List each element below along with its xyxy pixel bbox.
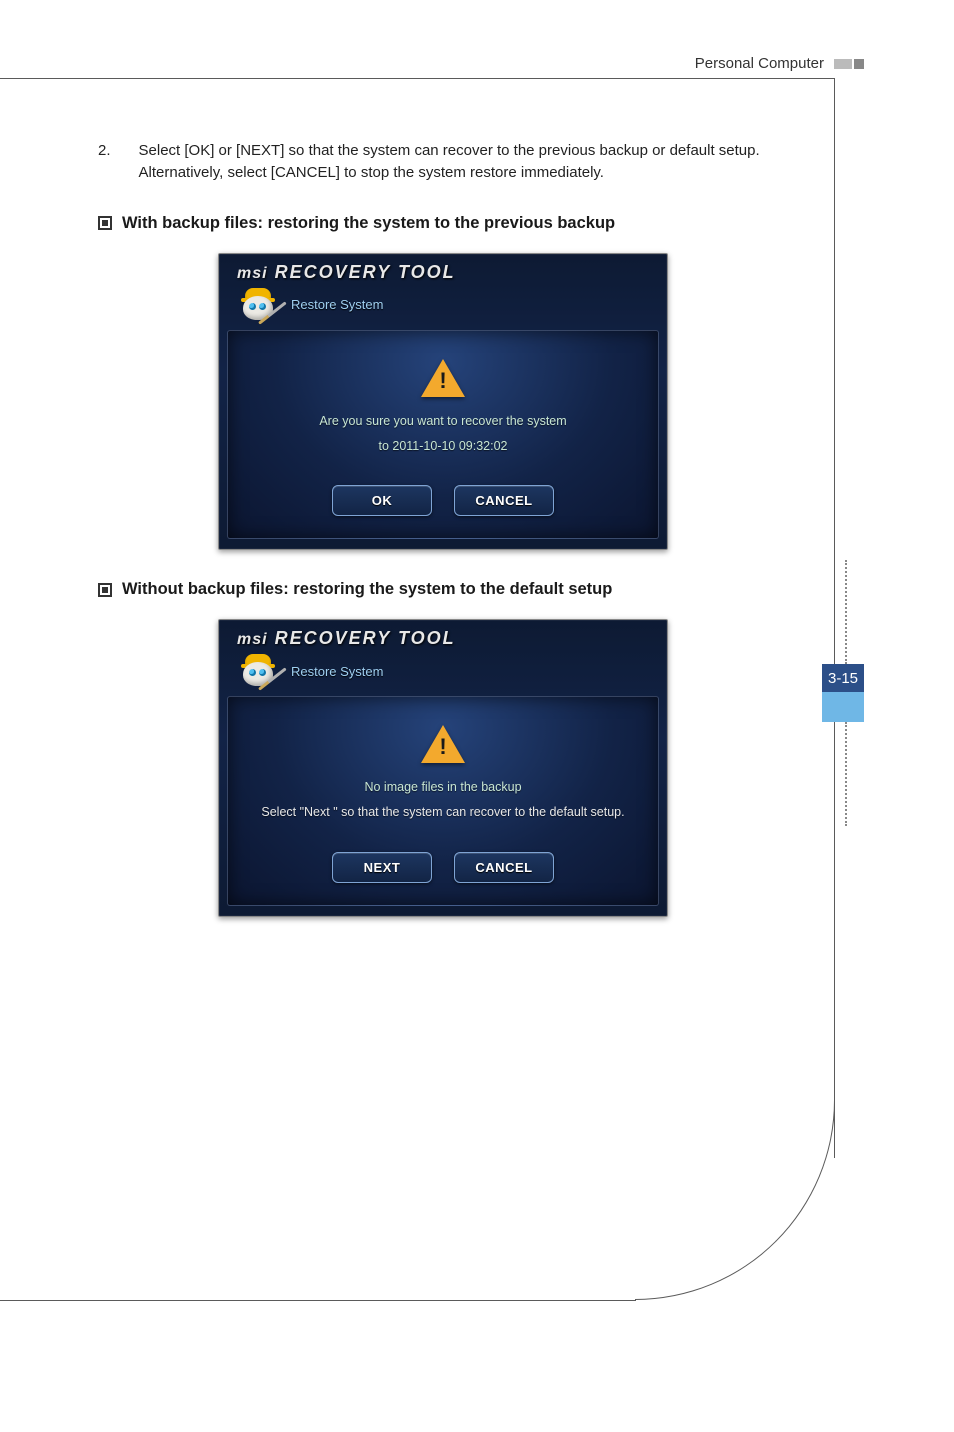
page-content: 2. Select [OK] or [NEXT] so that the sys… — [98, 140, 788, 947]
dialog-brand: msi — [237, 265, 268, 282]
section-heading-with-backup: With backup files: restoring the system … — [98, 214, 788, 233]
recovery-dialog-with-backup: msi RECOVERY TOOL Restore System Are you… — [218, 253, 668, 551]
dialog-title-text: RECOVERY TOOL — [275, 628, 456, 648]
page-border-bottom — [0, 1300, 636, 1301]
dialog-title-text: RECOVERY TOOL — [275, 262, 456, 282]
dialog-buttons: NEXT CANCEL — [332, 852, 554, 883]
cancel-button[interactable]: CANCEL — [454, 485, 554, 516]
page-number-text: 3-15 — [828, 670, 858, 687]
page-number-badge-light — [822, 692, 864, 722]
dialog-subtitle: Restore System — [291, 297, 383, 312]
dialog-message-line1: No image files in the backup — [364, 777, 521, 798]
mascot-icon — [237, 286, 279, 324]
dialog-buttons: OK CANCEL — [332, 485, 554, 516]
dialog-subtitle-row: Restore System — [237, 652, 383, 690]
section-heading-text: Without backup files: restoring the syst… — [122, 580, 612, 599]
page-border-top — [0, 78, 835, 79]
instruction-number: 2. — [98, 140, 111, 184]
dialog-title: msi RECOVERY TOOL — [237, 262, 456, 283]
recovery-dialog-without-backup: msi RECOVERY TOOL Restore System No imag… — [218, 619, 668, 917]
dialog-header: msi RECOVERY TOOL Restore System — [219, 254, 667, 324]
dialog-title: msi RECOVERY TOOL — [237, 628, 456, 649]
warning-icon — [421, 359, 465, 397]
instruction-step: 2. Select [OK] or [NEXT] so that the sys… — [98, 140, 788, 184]
side-dotted-line-top — [845, 560, 847, 664]
page-header: Personal Computer — [695, 55, 864, 72]
dialog-subtitle: Restore System — [291, 664, 383, 679]
dialog-subtitle-row: Restore System — [237, 286, 383, 324]
ok-button[interactable]: OK — [332, 485, 432, 516]
dialog-message-line2: to 2011-10-10 09:32:02 — [378, 436, 507, 457]
side-dotted-line-bottom — [845, 722, 847, 826]
square-bullet-icon — [98, 583, 112, 597]
section-heading-without-backup: Without backup files: restoring the syst… — [98, 580, 788, 599]
mascot-icon — [237, 652, 279, 690]
dialog-message-line2: Select "Next " so that the system can re… — [261, 802, 624, 823]
dialog-header: msi RECOVERY TOOL Restore System — [219, 620, 667, 690]
instruction-text: Select [OK] or [NEXT] so that the system… — [117, 140, 788, 184]
header-title: Personal Computer — [695, 55, 824, 72]
page-border-corner — [635, 1100, 835, 1300]
next-button[interactable]: NEXT — [332, 852, 432, 883]
square-bullet-icon — [98, 216, 112, 230]
dialog-body: Are you sure you want to recover the sys… — [227, 330, 659, 540]
warning-icon — [421, 725, 465, 763]
dialog-brand: msi — [237, 631, 268, 648]
page-border-right — [834, 78, 835, 1158]
dialog-body: No image files in the backup Select "Nex… — [227, 696, 659, 906]
section-heading-text: With backup files: restoring the system … — [122, 214, 615, 233]
page-number-badge: 3-15 — [822, 664, 864, 692]
dialog-message-line1: Are you sure you want to recover the sys… — [319, 411, 566, 432]
cancel-button[interactable]: CANCEL — [454, 852, 554, 883]
header-decor-icon — [834, 59, 864, 69]
